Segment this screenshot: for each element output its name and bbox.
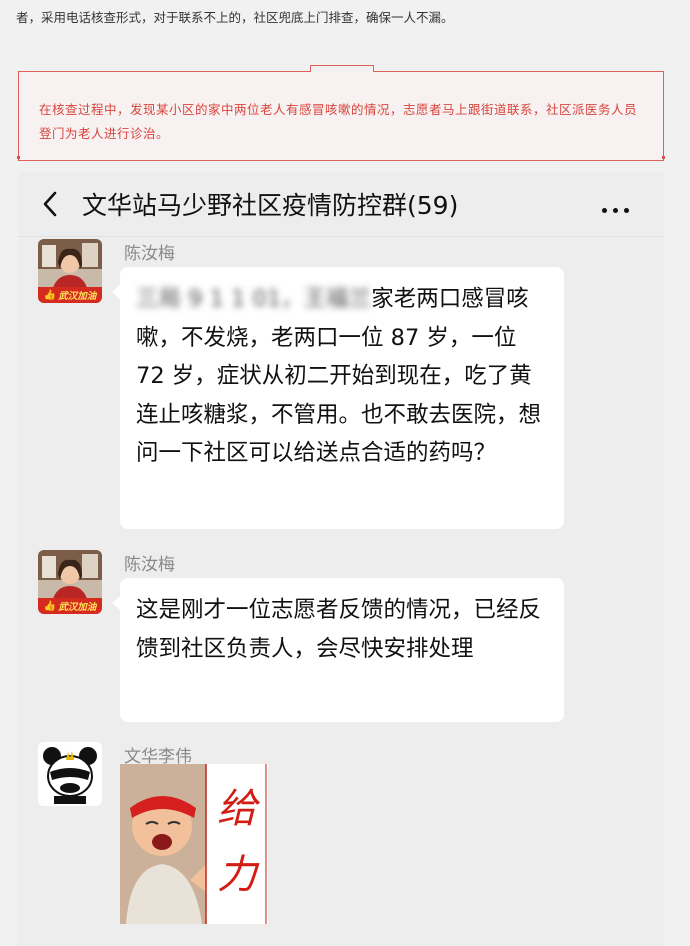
redacted-address: 三局 9 1 1 01，王福兰 (136, 286, 372, 312)
chat-screenshot: 文华站马少野社区疫情防控群(59) 👍 武汉加油 陈汝梅 三局 9 1 1 01… (18, 172, 664, 946)
callout-notch (310, 65, 374, 72)
callout-corner-dot (662, 156, 665, 159)
avatar[interactable]: 👍 武汉加油 (38, 239, 102, 303)
chat-message: 文华李伟 给力 (18, 742, 664, 942)
panda-icon (38, 742, 102, 806)
ellipsis-icon[interactable] (602, 198, 638, 213)
callout-corner-dot (17, 156, 20, 159)
chat-title: 文华站马少野社区疫情防控群(59) (82, 191, 459, 220)
avatar[interactable] (38, 742, 102, 806)
thumbs-up-icon: 👍 (43, 600, 57, 612)
chat-header: 文华站马少野社区疫情防控群(59) (18, 172, 664, 237)
avatar[interactable]: 👍 武汉加油 (38, 550, 102, 614)
thumbs-up-icon: 👍 (43, 289, 57, 301)
sticker-image[interactable]: 给力 (120, 764, 268, 924)
chat-message: 👍 武汉加油 陈汝梅 三局 9 1 1 01，王福兰家老两口感冒咳嗽，不发烧，老… (18, 239, 664, 539)
callout-box: 在核查过程中，发现某小区的家中两位老人有感冒咳嗽的情况，志愿者马上跟街道联系，社… (17, 65, 665, 161)
message-text: 家老两口感冒 (371, 286, 507, 312)
avatar-badge-text: 武汉加油 (58, 602, 97, 613)
callout-text: 在核查过程中，发现某小区的家中两位老人有感冒咳嗽的情况，志愿者马上跟街道联系，社… (39, 102, 638, 141)
message-bubble[interactable]: 三局 9 1 1 01，王福兰家老两口感冒咳嗽，不发烧，老两口一位 87 岁，一… (112, 267, 564, 529)
sticker-caption: 给力 (217, 786, 257, 898)
chevron-left-icon[interactable] (40, 190, 62, 218)
chat-message: 👍 武汉加油 陈汝梅 这是刚才一位志愿者反馈的情况，已经反馈到社区负责人，会尽快… (18, 550, 664, 722)
article-intro-text: 者，采用电话核查形式，对于联系不上的，社区兜底上门排查，确保一人不漏。 (16, 10, 454, 25)
message-bubble[interactable]: 这是刚才一位志愿者反馈的情况，已经反馈到社区负责人，会尽快安排处理 (112, 578, 564, 722)
avatar-badge-text: 武汉加油 (58, 291, 97, 302)
sender-name: 陈汝梅 (124, 555, 175, 575)
message-text: 这是刚才一位志愿者反馈的情况，已经反馈到社区负责人，会尽快安排处理 (136, 597, 542, 662)
sender-name: 陈汝梅 (124, 244, 175, 264)
